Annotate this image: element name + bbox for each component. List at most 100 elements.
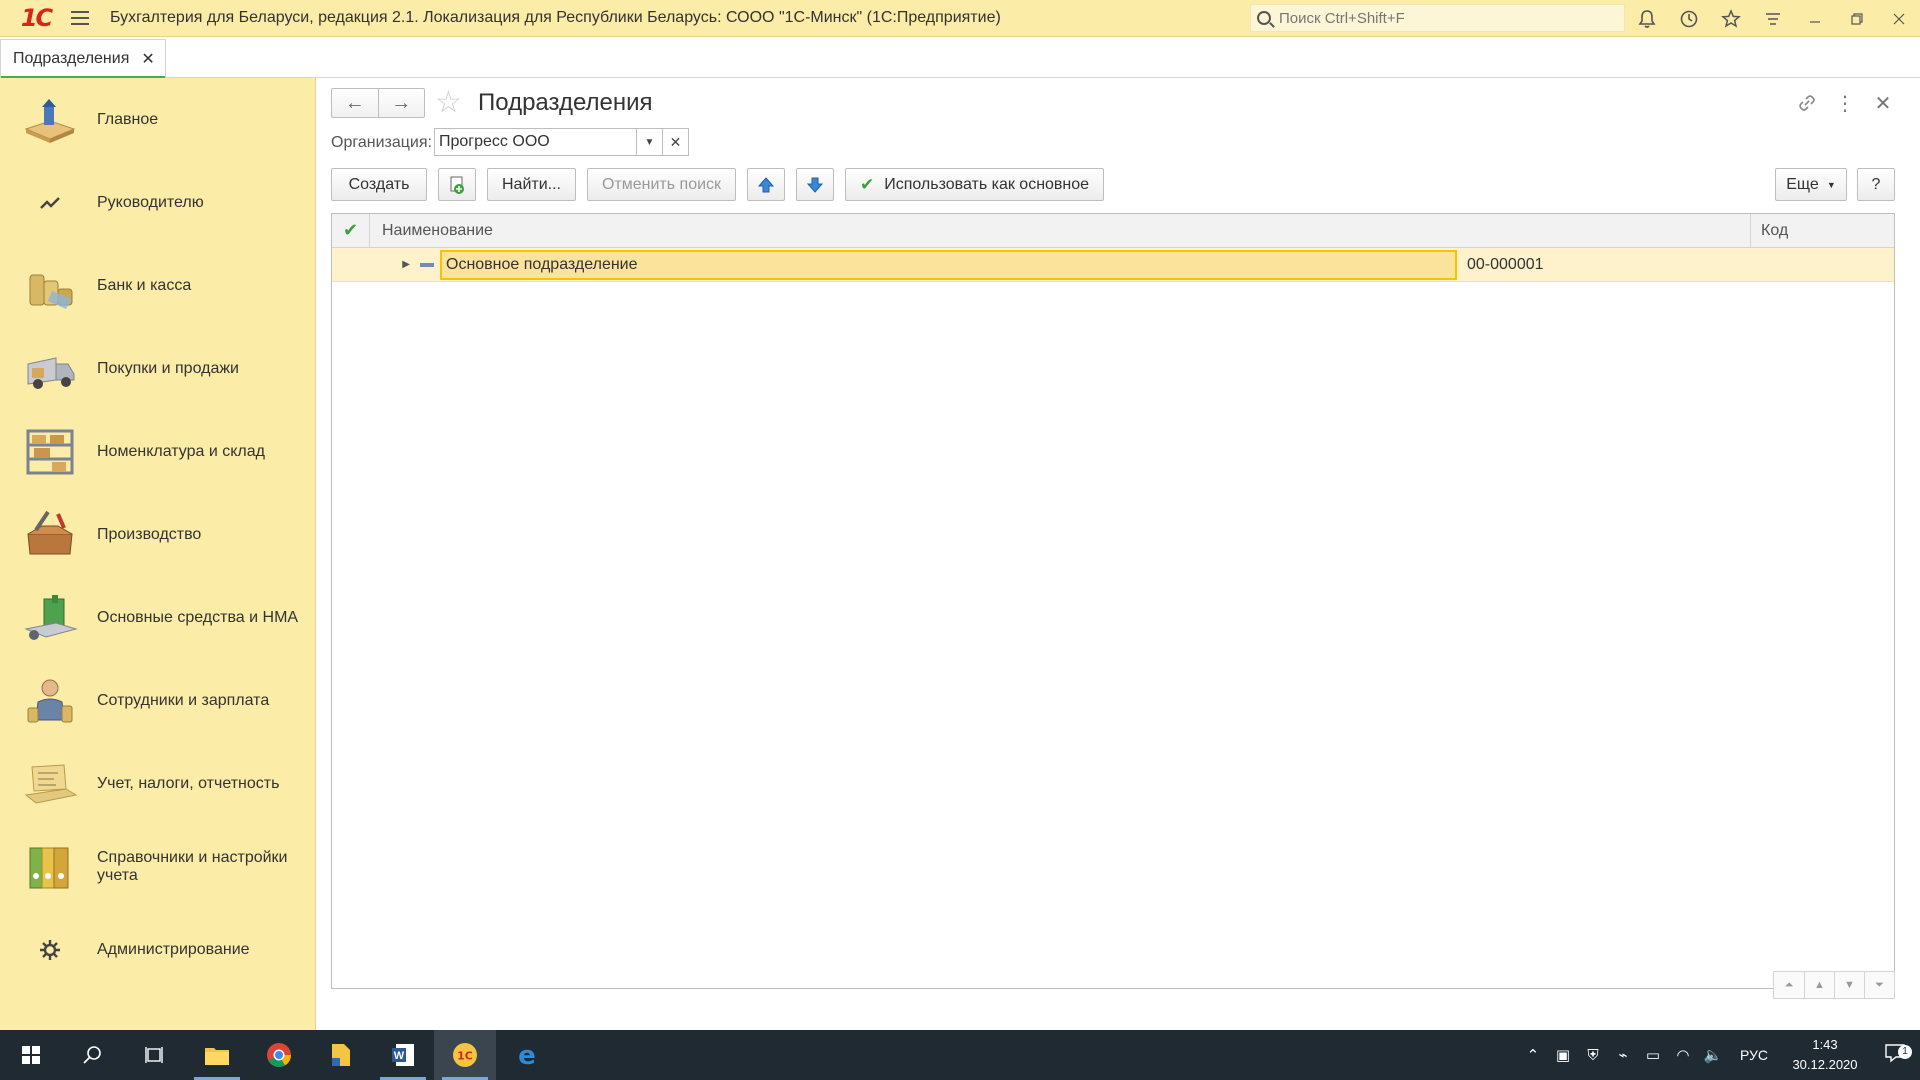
favorite-star-icon[interactable]: ☆ [435, 88, 462, 118]
tab-close-icon[interactable]: ✕ [141, 49, 154, 69]
favorites-star-icon[interactable] [1710, 0, 1752, 37]
system-tray: ⌃ ▣ ⛨ ⌁ ▭ ◠ 🔈 РУС 1:43 30.12.2020 1 [1518, 1030, 1920, 1080]
taskbar-search-icon[interactable] [62, 1030, 124, 1080]
cancel-search-button[interactable]: Отменить поиск [587, 168, 736, 201]
row-name-cell[interactable]: Основное подразделение [440, 249, 1457, 280]
chart-trend-icon [20, 175, 80, 231]
tray-wifi-icon[interactable]: ◠ [1668, 1046, 1698, 1064]
search-icon [1257, 11, 1271, 25]
table-row[interactable]: ▶ Основное подразделение 00-000001 [332, 248, 1894, 282]
link-icon[interactable] [1788, 89, 1826, 117]
organization-field[interactable]: ▼ ✕ [434, 128, 689, 156]
organization-label: Организация: [331, 134, 432, 151]
chrome-icon[interactable] [248, 1030, 310, 1080]
sidebar-item-employees[interactable]: Сотрудники и зарплата [0, 659, 316, 742]
use-as-main-button[interactable]: ✔ Использовать как основное [845, 168, 1104, 201]
dropdown-icon[interactable]: ▼ [636, 129, 662, 155]
bell-icon[interactable] [1626, 0, 1668, 37]
tray-volume-icon[interactable]: 🔈 [1698, 1046, 1728, 1064]
edge-icon[interactable]: e [496, 1030, 558, 1080]
restore-icon[interactable] [1836, 0, 1878, 37]
warehouse-icon [20, 424, 80, 480]
gear-icon [20, 922, 80, 978]
sidebar-item-bank[interactable]: Банк и касса [0, 244, 316, 327]
history-nav: ← → [331, 88, 425, 118]
tray-chevron-up-icon[interactable]: ⌃ [1518, 1046, 1548, 1064]
scroll-bottom-icon[interactable]: ⏷ [1864, 972, 1894, 998]
expand-arrow-icon[interactable]: ▶ [388, 259, 410, 270]
employee-icon [20, 673, 80, 729]
app-title: Бухгалтерия для Беларуси, редакция 2.1. … [110, 9, 1001, 26]
cancel-search-label: Отменить поиск [601, 175, 722, 193]
sidebar-item-settings[interactable]: Справочники и настройки учета [0, 825, 316, 908]
history-icon[interactable] [1668, 0, 1710, 37]
create-button[interactable]: Создать [331, 168, 427, 201]
form-area: ← → ☆ Подразделения ⋮ ✕ Организация: ▼ ✕… [316, 78, 1920, 1030]
help-button[interactable]: ? [1857, 168, 1895, 201]
app-logo[interactable]: 1С [10, 0, 62, 37]
organization-input[interactable] [435, 129, 636, 155]
file-explorer-icon[interactable] [186, 1030, 248, 1080]
find-button[interactable]: Найти... [487, 168, 576, 201]
minimize-icon[interactable] [1794, 0, 1836, 37]
task-view-icon[interactable] [124, 1030, 186, 1080]
sidebar-item-manager[interactable]: Руководителю [0, 161, 316, 244]
onec-taskbar-icon[interactable]: 1С [434, 1030, 496, 1080]
more-button-label: Еще [1786, 175, 1819, 193]
sidebar-label: Руководителю [97, 193, 204, 211]
chevron-down-icon: ▼ [1826, 179, 1836, 190]
main-flag-column-icon[interactable]: ✔ [332, 214, 370, 247]
clear-icon[interactable]: ✕ [662, 129, 688, 155]
input-language[interactable]: РУС [1740, 1047, 1768, 1063]
coins-icon [20, 258, 80, 314]
back-arrow-icon[interactable]: ← [332, 89, 378, 117]
sidebar-item-production[interactable]: Производство [0, 493, 316, 576]
laptop-icon [20, 756, 80, 812]
sidebar-item-taxes[interactable]: Учет, налоги, отчетность [0, 742, 316, 825]
tray-security-icon[interactable]: ⛨ [1578, 1047, 1608, 1064]
more-vertical-icon[interactable]: ⋮ [1826, 89, 1864, 117]
global-search[interactable] [1250, 4, 1625, 32]
column-header-name[interactable]: Наименование [370, 214, 1751, 247]
tray-battery-icon[interactable]: ▭ [1638, 1046, 1668, 1064]
sidebar-item-admin[interactable]: Администрирование [0, 908, 316, 991]
scroll-up-icon[interactable]: ▲ [1804, 972, 1834, 998]
functions-menu-icon[interactable] [1752, 0, 1794, 37]
sidebar-item-sales[interactable]: Покупки и продажи [0, 327, 316, 410]
search-input[interactable] [1279, 9, 1599, 27]
clock-date: 30.12.2020 [1792, 1057, 1858, 1072]
form-close-icon[interactable]: ✕ [1864, 89, 1902, 117]
svg-text:W: W [394, 1050, 405, 1062]
tray-device-icon[interactable]: ▣ [1548, 1046, 1578, 1064]
tray-network-off-icon[interactable]: ⌁ [1608, 1046, 1638, 1064]
sidebar-item-warehouse[interactable]: Номенклатура и склад [0, 410, 316, 493]
move-down-button[interactable] [796, 168, 834, 201]
column-header-code[interactable]: Код [1751, 214, 1894, 247]
copy-button[interactable] [438, 168, 476, 201]
main-menu-button[interactable] [62, 0, 98, 37]
windows-taskbar: W 1С e ⌃ ▣ ⛨ ⌁ ▭ ◠ 🔈 РУС 1:43 30.12.2020… [0, 1030, 1920, 1080]
sidebar-label: Банк и касса [97, 276, 192, 294]
more-button[interactable]: Еще ▼ [1775, 168, 1847, 201]
sidebar-item-main[interactable]: Главное [0, 78, 316, 161]
toolbox-icon [20, 507, 80, 563]
arrow-up-icon [757, 176, 775, 192]
svg-text:e: e [518, 1042, 536, 1068]
close-icon[interactable] [1878, 0, 1920, 37]
scroll-down-icon[interactable]: ▼ [1834, 972, 1864, 998]
help-button-label: ? [1871, 175, 1881, 193]
file-manager-icon[interactable] [310, 1030, 372, 1080]
start-button[interactable] [0, 1030, 62, 1080]
tab-subdivisions[interactable]: Подразделения ✕ [0, 39, 166, 79]
subdivisions-table[interactable]: ✔ Наименование Код ▶ Основное подразделе… [331, 213, 1895, 989]
forward-arrow-icon[interactable]: → [377, 89, 425, 117]
sidebar-label: Покупки и продажи [97, 359, 239, 377]
scroll-top-icon[interactable]: ⏶ [1774, 972, 1804, 998]
truck-icon [20, 341, 80, 397]
word-icon[interactable]: W [372, 1030, 434, 1080]
move-up-button[interactable] [747, 168, 785, 201]
system-clock[interactable]: 1:43 30.12.2020 [1780, 1035, 1870, 1075]
sidebar-item-fixed-assets[interactable]: Основные средства и НМА [0, 576, 316, 659]
building-icon [20, 590, 80, 646]
notifications-icon[interactable]: 1 [1870, 1043, 1920, 1067]
